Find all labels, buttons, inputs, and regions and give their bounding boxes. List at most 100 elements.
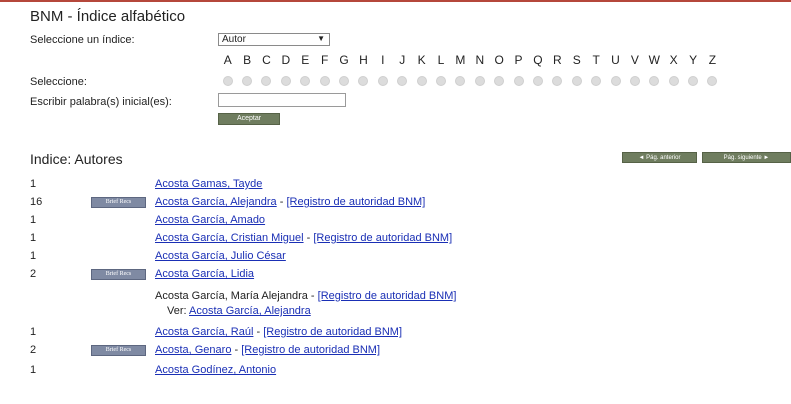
authority-record-link[interactable]: [Registro de autoridad BNM] [241,344,380,356]
record-count: 2 [30,268,37,280]
authority-record-link[interactable]: [Registro de autoridad BNM] [318,290,457,302]
author-link[interactable]: Acosta García, Julio César [155,250,286,262]
author-link[interactable]: Acosta García, Lidia [155,268,254,280]
author-link[interactable]: Acosta Godínez, Antonio [155,364,276,376]
letter-bar: A B C D E F G H I J K L M N O P Q R S T … [218,53,722,67]
radio-v[interactable] [629,76,640,86]
brief-records-button[interactable]: Brief Recs [91,197,146,208]
authority-record-link[interactable]: [Registro de autoridad BNM] [313,232,452,244]
author-link[interactable]: Acosta García, Cristian Miguel [155,232,304,244]
letter-q[interactable]: Q [528,53,547,67]
brief-records-button[interactable]: Brief Recs [91,345,146,356]
brief-records-button[interactable]: Brief Recs [91,269,146,280]
radio-y[interactable] [688,76,699,86]
authority-record-link[interactable]: [Registro de autoridad BNM] [286,196,425,208]
radio-o[interactable] [494,76,505,86]
authority-record-link[interactable]: [Registro de autoridad BNM] [263,326,402,338]
record-count: 16 [30,196,43,208]
letter-i[interactable]: I [373,53,392,67]
letter-k[interactable]: K [412,53,431,67]
see-reference: Ver: Acosta García, Alejandra [167,305,311,317]
radio-q[interactable] [532,76,543,86]
radio-a[interactable] [222,76,233,86]
next-page-button[interactable]: Pág. siguiente ► [702,152,791,163]
previous-page-button[interactable]: ◄ Pág. anterior [622,152,697,163]
radio-f[interactable] [319,76,330,86]
select-index-label: Seleccione un índice: [30,34,135,46]
radio-s[interactable] [571,76,582,86]
letter-v[interactable]: V [625,53,644,67]
page-title: BNM - Índice alfabético [30,8,186,25]
radio-x[interactable] [668,76,679,86]
record-count: 1 [30,250,37,262]
radio-c[interactable] [261,76,272,86]
radio-w[interactable] [649,76,660,86]
letter-h[interactable]: H [354,53,373,67]
radio-g[interactable] [339,76,350,86]
author-link[interactable]: Acosta García, Alejandra [155,196,277,208]
radio-e[interactable] [300,76,311,86]
letter-y[interactable]: Y [683,53,702,67]
accept-button[interactable]: Aceptar [218,113,280,125]
radio-b[interactable] [242,76,253,86]
letter-m[interactable]: M [451,53,470,67]
author-name: Acosta García, María Alejandra [155,290,308,302]
letter-c[interactable]: C [257,53,276,67]
letter-z[interactable]: Z [703,53,722,67]
radio-u[interactable] [610,76,621,86]
record-count: 1 [30,214,37,226]
radio-m[interactable] [455,76,466,86]
letter-s[interactable]: S [567,53,586,67]
radio-d[interactable] [280,76,291,86]
radio-l[interactable] [435,76,446,86]
list-item: 2 Brief Recs Acosta, Genaro - [Registro … [30,344,381,356]
radio-n[interactable] [474,76,485,86]
radio-j[interactable] [397,76,408,86]
record-count: 1 [30,364,37,376]
list-item: 1 Acosta Gamas, Tayde [0,178,791,194]
radio-z[interactable] [707,76,718,86]
letter-o[interactable]: O [489,53,508,67]
author-link[interactable]: Acosta García, Raúl [155,326,253,338]
letter-e[interactable]: E [296,53,315,67]
list-item: 1 Acosta García, Raúl - [Registro de aut… [30,326,403,338]
list-item: 1 Acosta García, Julio César [0,250,791,266]
letter-b[interactable]: B [237,53,256,67]
letter-radio-group [218,76,722,86]
radio-p[interactable] [513,76,524,86]
list-item: 16 Brief Recs Acosta García, Alejandra -… [30,196,426,208]
see-author-link[interactable]: Acosta García, Alejandra [189,305,311,317]
radio-i[interactable] [377,76,388,86]
letter-u[interactable]: U [606,53,625,67]
letter-d[interactable]: D [276,53,295,67]
author-link[interactable]: Acosta, Genaro [155,344,231,356]
letter-w[interactable]: W [645,53,664,67]
radio-t[interactable] [591,76,602,86]
radio-k[interactable] [416,76,427,86]
top-border [0,0,791,2]
initial-words-input[interactable] [218,93,346,107]
letter-r[interactable]: R [548,53,567,67]
chevron-down-icon: ▼ [317,34,325,43]
radio-r[interactable] [552,76,563,86]
author-link[interactable]: Acosta García, Amado [155,214,265,226]
index-select[interactable]: Autor ▼ [218,33,330,46]
record-count: 1 [30,232,37,244]
letter-f[interactable]: F [315,53,334,67]
record-count: 2 [30,344,37,356]
letter-n[interactable]: N [470,53,489,67]
record-count: 1 [30,178,37,190]
letter-a[interactable]: A [218,53,237,67]
letter-g[interactable]: G [334,53,353,67]
list-item: Acosta García, María Alejandra - [Regist… [155,290,457,302]
author-link[interactable]: Acosta Gamas, Tayde [155,178,262,190]
letter-x[interactable]: X [664,53,683,67]
radio-h[interactable] [358,76,369,86]
letter-t[interactable]: T [586,53,605,67]
list-item: 1 Acosta Godínez, Antonio [0,364,791,380]
see-label: Ver: [167,305,187,317]
letter-l[interactable]: L [431,53,450,67]
initial-words-label: Escribir palabra(s) inicial(es): [30,96,172,108]
letter-j[interactable]: J [393,53,412,67]
letter-p[interactable]: P [509,53,528,67]
